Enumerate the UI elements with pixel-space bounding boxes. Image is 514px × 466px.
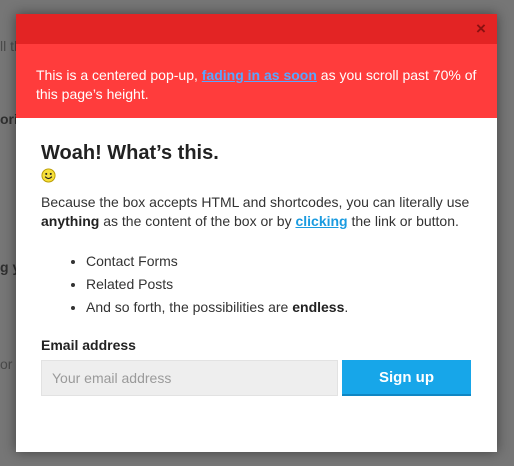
list-item-bold-text: endless bbox=[292, 299, 345, 315]
sign-up-button[interactable]: Sign up bbox=[342, 360, 471, 396]
list-item: And so forth, the possibilities are endl… bbox=[86, 296, 472, 319]
description-text: Because the box accepts HTML and shortco… bbox=[41, 194, 470, 210]
modal-header-strip: × bbox=[16, 14, 497, 44]
list-item: Contact Forms bbox=[86, 250, 472, 273]
banner-text: This is a centered pop-up, bbox=[36, 67, 202, 83]
email-label: Email address bbox=[41, 337, 136, 353]
description-text: the link or button. bbox=[347, 213, 459, 229]
description-text: as the content of the box or by bbox=[99, 213, 296, 229]
list-item-text: . bbox=[344, 299, 349, 315]
close-icon[interactable]: × bbox=[473, 20, 489, 37]
signup-form: Sign up bbox=[41, 360, 472, 396]
list-item: Related Posts bbox=[86, 273, 472, 296]
smiley-icon bbox=[41, 168, 56, 183]
popup-modal: × This is a centered pop-up, fading in a… bbox=[16, 14, 497, 452]
modal-content: Woah! What’s this. Because the box accep… bbox=[16, 118, 497, 396]
popup-banner: This is a centered pop-up, fading in as … bbox=[16, 44, 497, 118]
feature-list: Contact Forms Related Posts And so forth… bbox=[41, 250, 472, 319]
banner-link[interactable]: fading in as soon bbox=[202, 67, 317, 83]
email-field[interactable] bbox=[41, 360, 338, 396]
background-text-fragment: ll tl bbox=[0, 38, 18, 54]
popup-description: Because the box accepts HTML and shortco… bbox=[41, 193, 472, 231]
popup-headline: Woah! What’s this. bbox=[41, 142, 219, 164]
description-bold-text: anything bbox=[41, 213, 100, 229]
clicking-link[interactable]: clicking bbox=[295, 213, 347, 229]
list-item-text: And so forth, the possibilities are bbox=[86, 299, 293, 315]
